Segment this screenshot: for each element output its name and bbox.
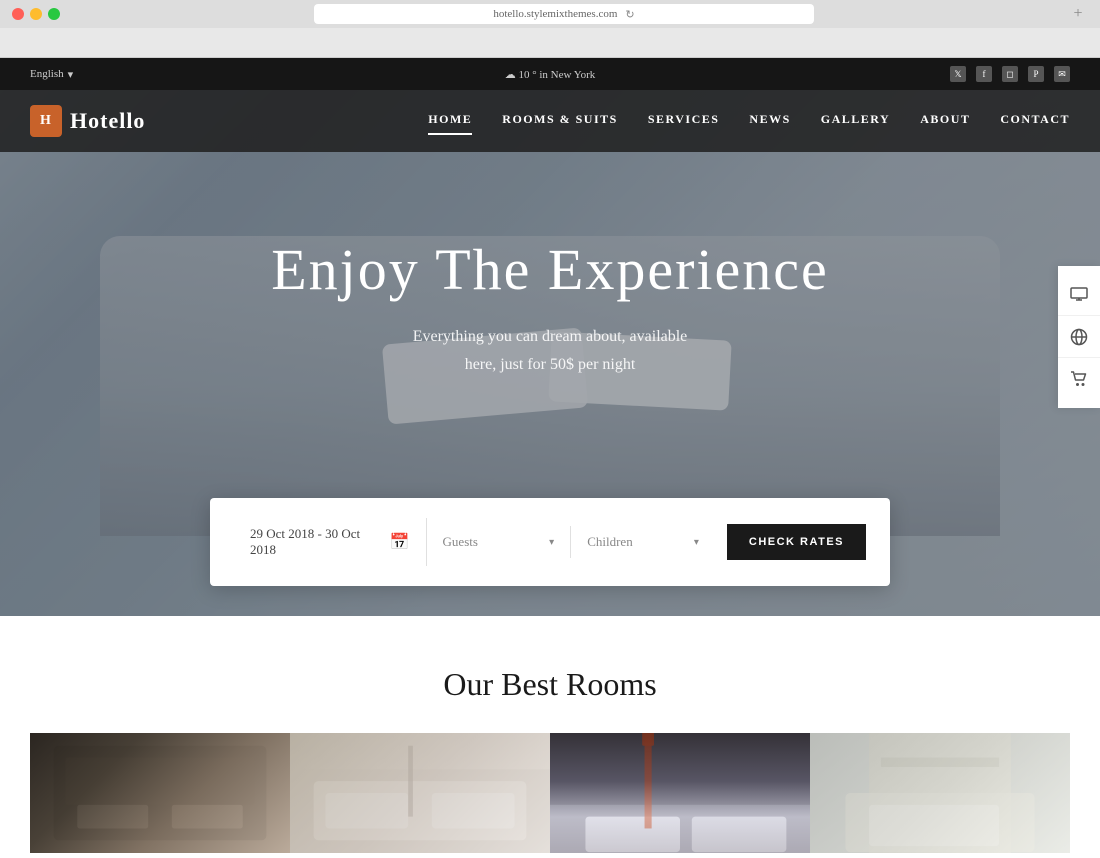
top-bar: English ▾ ☁ 10 ° in New York 𝕏 f ◻ P ✉ <box>0 58 1100 90</box>
nav-contact[interactable]: CONTACT <box>1000 112 1070 131</box>
rooms-grid <box>30 733 1070 853</box>
refresh-icon[interactable]: ↻ <box>625 8 634 21</box>
room-image-3 <box>550 733 810 853</box>
minimize-button[interactable] <box>30 8 42 20</box>
logo-letter: H <box>40 113 52 129</box>
children-chevron: ▾ <box>694 537 699 548</box>
instagram-icon[interactable]: ◻ <box>1002 66 1018 82</box>
logo[interactable]: H Hotello <box>30 105 145 137</box>
nav-home[interactable]: HOME <box>428 112 472 131</box>
hero-subtitle-line1: Everything you can dream about, availabl… <box>413 328 688 345</box>
top-bar-left: English ▾ <box>30 68 73 81</box>
nav-about[interactable]: ABOUT <box>920 112 970 131</box>
hero-title: Enjoy The Experience <box>271 236 829 303</box>
nav-rooms-suits[interactable]: ROOMS & SUITS <box>502 112 618 131</box>
social-icons: 𝕏 f ◻ P ✉ <box>950 66 1070 82</box>
check-rates-button[interactable]: CHECK RATES <box>727 524 866 560</box>
rooms-section-title: Our Best Rooms <box>30 666 1070 703</box>
hero-subtitle: Everything you can dream about, availabl… <box>413 323 688 377</box>
nav-news[interactable]: NEWS <box>749 112 790 131</box>
site-header: English ▾ ☁ 10 ° in New York 𝕏 f ◻ P ✉ H <box>0 58 1100 152</box>
website-content: English ▾ ☁ 10 ° in New York 𝕏 f ◻ P ✉ H <box>0 58 1100 858</box>
browser-chrome: hotello.stylemixthemes.com ↻ + <box>0 0 1100 58</box>
room-image-2 <box>290 733 550 853</box>
pinterest-icon[interactable]: P <box>1028 66 1044 82</box>
guests-chevron: ▾ <box>549 537 554 548</box>
room-image-4 <box>810 733 1070 853</box>
weather-info: ☁ 10 ° in New York <box>505 69 596 81</box>
email-icon[interactable]: ✉ <box>1054 66 1070 82</box>
children-select[interactable]: Children ▾ <box>571 526 715 558</box>
language-label: English <box>30 68 64 80</box>
calendar-icon: 📅 <box>390 532 410 552</box>
guests-select[interactable]: Guests ▾ <box>427 526 572 558</box>
room-image-1 <box>30 733 290 853</box>
browser-title-bar: hotello.stylemixthemes.com ↻ + <box>0 0 1100 28</box>
hero-subtitle-line2: here, just for 50$ per night <box>465 356 636 373</box>
monitor-tool-icon[interactable] <box>1058 274 1100 316</box>
date-field[interactable]: 29 Oct 2018 - 30 Oct 2018 📅 <box>234 518 427 566</box>
facebook-icon[interactable]: f <box>976 66 992 82</box>
logo-text: Hotello <box>70 108 145 134</box>
main-nav: H Hotello HOME ROOMS & SUITS SERVICES NE… <box>0 90 1100 152</box>
twitter-icon[interactable]: 𝕏 <box>950 66 966 82</box>
sidebar-tools <box>1058 266 1100 408</box>
children-label: Children <box>587 534 633 550</box>
guests-label: Guests <box>443 534 478 550</box>
rooms-section: Our Best Rooms <box>0 616 1100 858</box>
logo-icon: H <box>30 105 62 137</box>
url-bar[interactable]: hotello.stylemixthemes.com ↻ <box>314 4 814 24</box>
globe-tool-icon[interactable] <box>1058 316 1100 358</box>
url-text: hotello.stylemixthemes.com <box>493 8 617 20</box>
room-card-3[interactable] <box>550 733 810 853</box>
nav-menu: HOME ROOMS & SUITS SERVICES NEWS GALLERY… <box>428 112 1070 131</box>
nav-services[interactable]: SERVICES <box>648 112 720 131</box>
booking-bar: 29 Oct 2018 - 30 Oct 2018 📅 Guests ▾ Chi… <box>210 498 890 586</box>
booking-bar-wrapper: 29 Oct 2018 - 30 Oct 2018 📅 Guests ▾ Chi… <box>210 498 890 586</box>
maximize-button[interactable] <box>48 8 60 20</box>
new-tab-button[interactable]: + <box>1068 4 1088 24</box>
room-card-2[interactable] <box>290 733 550 853</box>
cart-tool-icon[interactable] <box>1058 358 1100 400</box>
room-card-4[interactable] <box>810 733 1070 853</box>
room-card-1[interactable] <box>30 733 290 853</box>
language-chevron: ▾ <box>68 68 74 81</box>
language-selector[interactable]: English ▾ <box>30 68 73 81</box>
date-value: 29 Oct 2018 - 30 Oct 2018 <box>250 526 380 558</box>
close-button[interactable] <box>12 8 24 20</box>
browser-dots <box>12 8 60 20</box>
nav-gallery[interactable]: GALLERY <box>821 112 890 131</box>
